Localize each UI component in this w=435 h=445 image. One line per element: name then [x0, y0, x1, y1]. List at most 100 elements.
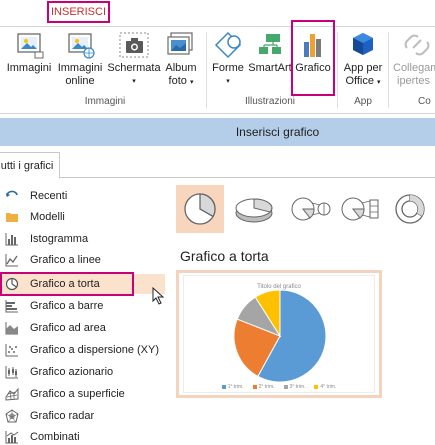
chart-type-label: Combinati	[30, 431, 80, 443]
smartart-button[interactable]: SmartArt	[247, 30, 293, 75]
chart-preview-area: Titolo del grafico 1° trim. 2° trim. 3° tr…	[183, 275, 375, 393]
dropdown-caret-icon: ▾	[132, 78, 136, 85]
chart-type-azionario[interactable]: Grafico azionario	[0, 362, 165, 382]
forme-label: Forme	[212, 62, 244, 74]
stock-chart-icon	[5, 365, 19, 379]
undo-arrow-icon	[5, 189, 19, 203]
schermata-button[interactable]: Schermata ▾	[106, 30, 162, 88]
group-label-app: App	[354, 96, 372, 107]
legend-swatch	[314, 384, 319, 389]
chart-type-label: Grafico azionario	[30, 366, 114, 378]
legend-label: 2° trim.	[258, 384, 275, 390]
subtype-pie-3d[interactable]	[230, 185, 278, 233]
online-picture-icon	[64, 30, 96, 60]
combo-chart-icon	[5, 430, 19, 444]
folder-icon	[5, 210, 19, 224]
chart-type-combinati[interactable]: Combinati	[0, 427, 165, 445]
chart-type-modelli[interactable]: Modelli	[0, 207, 165, 227]
chart-preview[interactable]: Titolo del grafico 1° trim. 2° trim. 3° tr…	[176, 270, 382, 398]
subtype-bar-of-pie[interactable]	[336, 185, 384, 233]
forme-button[interactable]: Forme ▾	[208, 30, 248, 88]
subtype-doughnut[interactable]	[386, 185, 434, 233]
doughnut-icon	[395, 194, 425, 224]
chart-type-label: Istogramma	[30, 233, 89, 245]
group-separator	[337, 32, 338, 108]
grafico-highlight-box	[291, 20, 335, 96]
group-label-immagini: Immagini	[84, 96, 126, 107]
dialog-tab-row	[0, 150, 435, 178]
immagini-online-button[interactable]: Immagini online	[54, 30, 106, 88]
picture-icon	[13, 30, 45, 60]
app-per-office-button[interactable]: App per Office ▾	[340, 30, 386, 89]
legend-label: 3° trim.	[289, 384, 306, 390]
scatter-chart-icon	[5, 343, 19, 357]
chart-type-label: Grafico a barre	[30, 300, 104, 312]
tab-inserisci[interactable]: INSERISCI	[47, 1, 110, 23]
app-per-office-label-1: App per	[343, 62, 383, 74]
collegamento-label-2: ipertes	[397, 75, 431, 87]
legend-label: 1° trim.	[227, 384, 244, 390]
pie-chart	[233, 289, 327, 383]
collegamento-label-1: Collegam	[393, 62, 435, 74]
tab-tutti-i-grafici[interactable]: utti i grafici	[0, 152, 60, 179]
legend-label: 4° trim.	[320, 384, 337, 390]
chart-type-label: Grafico a superficie	[30, 388, 125, 400]
legend-item: 4° trim.	[314, 384, 336, 390]
chart-type-label: Grafico radar	[30, 410, 95, 422]
smartart-label: SmartArt	[248, 62, 292, 74]
legend-item: 2° trim.	[252, 384, 275, 390]
legend-item: 3° trim.	[283, 384, 306, 390]
line-chart-icon	[5, 253, 19, 267]
immagini-online-label-2: online	[65, 75, 95, 87]
chart-type-label: Grafico a linee	[30, 254, 101, 266]
mouse-pointer-icon	[152, 286, 166, 308]
pie-2d-icon	[184, 193, 216, 225]
screenshot-camera-icon	[118, 30, 150, 60]
legend-swatch	[283, 384, 288, 389]
office-apps-icon	[347, 30, 379, 60]
chart-type-barre[interactable]: Grafico a barre	[0, 296, 165, 316]
chart-type-istogramma[interactable]: Istogramma	[0, 229, 165, 249]
immagini-label: Immagini	[6, 62, 52, 74]
legend-swatch	[252, 384, 257, 389]
dialog-title-bar: Inserisci grafico	[0, 118, 435, 146]
chart-type-linee[interactable]: Grafico a linee	[0, 250, 165, 270]
chart-type-label: Modelli	[30, 211, 65, 223]
column-chart-icon	[5, 232, 19, 246]
group-label-commenti: Co	[418, 96, 431, 107]
chart-type-label: Grafico ad area	[30, 322, 106, 334]
surface-chart-icon	[5, 387, 19, 401]
ribbon: INSERISCI Immagini Immagini online Scher…	[0, 0, 435, 114]
group-separator	[206, 32, 207, 108]
chart-type-recenti[interactable]: Recenti	[0, 186, 165, 206]
schermata-label: Schermata	[107, 62, 161, 74]
subtype-title: Grafico a torta	[180, 248, 269, 264]
hyperlink-icon	[401, 30, 433, 60]
chart-type-area[interactable]: Grafico ad area	[0, 318, 165, 338]
dialog-title: Inserisci grafico	[235, 125, 320, 139]
shapes-icon	[212, 30, 244, 60]
bar-chart-icon	[5, 299, 19, 313]
torta-highlight-box	[0, 272, 134, 296]
chart-type-label: Recenti	[30, 190, 68, 202]
legend-item: 1° trim.	[221, 384, 244, 390]
group-label-illustrazioni: Illustrazioni	[244, 96, 296, 107]
subtype-pie-of-pie[interactable]	[286, 185, 334, 233]
album-foto-label-1: Album	[165, 62, 197, 74]
dropdown-caret-icon: ▾	[226, 78, 230, 85]
subtype-pie[interactable]	[176, 185, 224, 233]
chart-type-radar[interactable]: Grafico radar	[0, 406, 165, 426]
album-foto-button[interactable]: Album foto ▾	[162, 30, 200, 89]
ribbon-tab-divider	[0, 26, 435, 27]
album-foto-label-2: foto ▾	[168, 75, 194, 87]
pie-3d-icon	[235, 198, 273, 223]
immagini-online-label-1: Immagini	[57, 62, 103, 74]
bar-of-pie-icon	[341, 197, 379, 221]
immagini-button[interactable]: Immagini	[4, 30, 54, 75]
chart-type-dispersione[interactable]: Grafico a dispersione (XY)	[0, 340, 165, 360]
chart-type-label: Grafico a dispersione (XY)	[30, 344, 159, 356]
collegamento-ipertestuale-button[interactable]: Collegam ipertes	[393, 30, 435, 88]
chart-type-superficie[interactable]: Grafico a superficie	[0, 384, 165, 404]
legend-swatch	[221, 384, 226, 389]
pie-of-pie-icon	[291, 197, 331, 221]
